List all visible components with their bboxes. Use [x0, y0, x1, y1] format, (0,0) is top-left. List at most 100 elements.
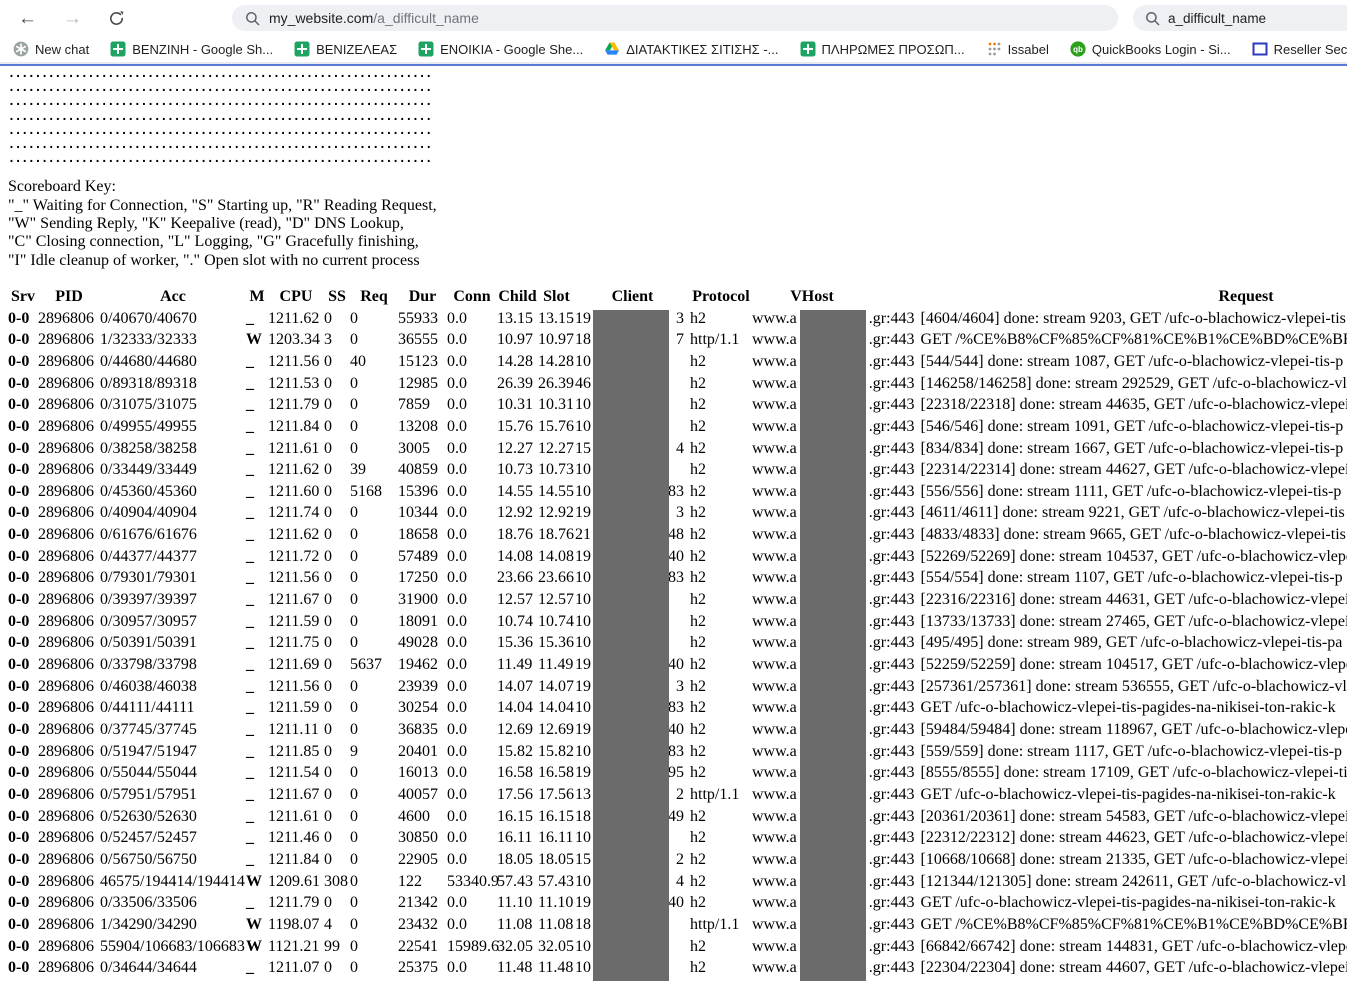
cell-cpu: 1211.67	[268, 784, 324, 806]
cell-protocol: h2	[690, 827, 752, 849]
cell-cpu: 1211.79	[268, 892, 324, 914]
bookmark-item[interactable]: New chat	[13, 41, 89, 57]
cell-slot: 14.04	[538, 697, 575, 719]
cell-child: 13.15	[497, 308, 538, 330]
cell-conn: 0.0	[447, 914, 497, 936]
table-row: 0-0 2896806 0/44680/44680 _ 1211.56 0 40…	[8, 351, 1347, 373]
cell-conn: 0.0	[447, 762, 497, 784]
cell-protocol: h2	[690, 957, 752, 979]
cell-protocol: h2	[690, 632, 752, 654]
cell-acc: 0/44111/44111	[100, 697, 246, 719]
cell-dur: 7859	[398, 394, 447, 416]
vhost-prefix: www.a	[752, 764, 797, 781]
bookmark-item[interactable]: ΔΙΑΤΑΚΤΙΚΕΣ ΣΙΤΙΣΗΣ -...	[604, 41, 778, 57]
table-row: 0-0 2896806 0/46038/46038 _ 1211.56 0 0 …	[8, 676, 1347, 698]
cell-srv: 0-0	[8, 481, 38, 503]
search-icon	[1145, 11, 1160, 26]
cell-pid: 2896806	[38, 394, 100, 416]
cell-pid: 2896806	[38, 632, 100, 654]
bookmark-item[interactable]: Issabel	[986, 41, 1049, 57]
cell-acc: 0/37745/37745	[100, 719, 246, 741]
vhost-suffix: .gr:443	[869, 548, 915, 565]
client-ip-fragment-left: 19	[575, 654, 591, 676]
cell-dur: 15396	[398, 481, 447, 503]
cell-acc: 0/44377/44377	[100, 546, 246, 568]
address-bar[interactable]: my_website.com/a_difficult_name	[232, 5, 1118, 31]
cell-ss: 0	[324, 654, 350, 676]
scoreboard-dots-line: ........................................…	[8, 80, 1347, 94]
cell-pid: 2896806	[38, 957, 100, 979]
cell-mode: _	[246, 394, 268, 416]
request-text: [22314/22314] done: stream 44627, GET /u…	[921, 461, 1347, 478]
cell-mode: _	[246, 373, 268, 395]
table-row: 0-0 2896806 0/51947/51947 _ 1211.85 0 9 …	[8, 741, 1347, 763]
cell-ss: 0	[324, 567, 350, 589]
cell-pid: 2896806	[38, 308, 100, 330]
cell-protocol: h2	[690, 936, 752, 958]
cell-ss: 0	[324, 741, 350, 763]
table-row: 0-0 2896806 0/52457/52457 _ 1211.46 0 0 …	[8, 827, 1347, 849]
cell-req: 0	[350, 632, 398, 654]
table-row: 0-0 2896806 0/56750/56750 _ 1211.84 0 0 …	[8, 849, 1347, 871]
client-ip-fragment-right: 3	[676, 308, 684, 330]
request-text: [257361/257361] done: stream 536555, GET…	[921, 678, 1347, 695]
table-row: 0-0 2896806 0/89318/89318 _ 1211.53 0 0 …	[8, 373, 1347, 395]
cell-conn: 0.0	[447, 481, 497, 503]
cell-req: 0	[350, 611, 398, 633]
cell-slot: 10.31	[538, 394, 575, 416]
cell-child: 14.55	[497, 481, 538, 503]
cell-acc: 0/40904/40904	[100, 502, 246, 524]
cell-conn: 0.0	[447, 654, 497, 676]
cell-slot: 26.39	[538, 373, 575, 395]
request-text: [59484/59484] done: stream 118967, GET /…	[921, 721, 1347, 738]
cell-ss: 0	[324, 481, 350, 503]
refresh-button[interactable]	[108, 9, 125, 27]
header-vhost: VHost	[752, 286, 872, 308]
bookmark-item[interactable]: ENOIKIA - Google She...	[418, 41, 583, 57]
bookmark-item[interactable]: BENZINH - Google Sh...	[110, 41, 273, 57]
cell-child: 14.28	[497, 351, 538, 373]
search-icon	[245, 11, 260, 26]
vhost-prefix: www.a	[752, 353, 797, 370]
cell-child: 15.82	[497, 741, 538, 763]
search-box[interactable]: a_difficult_name	[1133, 5, 1347, 31]
cell-pid: 2896806	[38, 416, 100, 438]
sheets-icon	[110, 41, 126, 57]
cell-slot: 14.08	[538, 546, 575, 568]
cell-req: 0	[350, 567, 398, 589]
vhost-suffix: .gr:443	[869, 418, 915, 435]
cell-req: 0	[350, 914, 398, 936]
cell-srv: 0-0	[8, 416, 38, 438]
cell-protocol: h2	[690, 438, 752, 460]
bookmark-item[interactable]: Reseller Section	[1252, 41, 1347, 57]
cell-req: 0	[350, 589, 398, 611]
request-text: [544/544] done: stream 1087, GET /ufc-o-…	[921, 353, 1344, 370]
back-button[interactable]: ←	[18, 9, 37, 28]
forward-button[interactable]: →	[63, 9, 82, 28]
cell-cpu: 1211.69	[268, 654, 324, 676]
vhost-prefix: www.a	[752, 829, 797, 846]
reseller-icon	[1252, 41, 1268, 57]
vhost-prefix: www.a	[752, 721, 797, 738]
bookmark-item[interactable]: ΠΛΗΡΩΜΕΣ ΠΡΟΣΩΠ...	[800, 41, 965, 57]
client-ip-fragment-right: 48	[668, 524, 684, 546]
client-ip-fragment-right: 3	[676, 502, 684, 524]
cell-cpu: 1211.56	[268, 351, 324, 373]
vhost-suffix: .gr:443	[869, 440, 915, 457]
cell-protocol: h2	[690, 849, 752, 871]
cell-ss: 0	[324, 762, 350, 784]
cell-req: 0	[350, 827, 398, 849]
chatgpt-icon	[13, 41, 29, 57]
cell-ss: 0	[324, 373, 350, 395]
cell-acc: 0/52457/52457	[100, 827, 246, 849]
bookmark-item[interactable]: qb QuickBooks Login - Si...	[1070, 41, 1231, 57]
cell-mode: _	[246, 806, 268, 828]
cell-cpu: 1121.21	[268, 936, 324, 958]
table-header-row: Srv PID Acc M CPU SS Req Dur Conn Child …	[8, 286, 1347, 308]
cell-protocol: h2	[690, 459, 752, 481]
cell-pid: 2896806	[38, 849, 100, 871]
cell-pid: 2896806	[38, 676, 100, 698]
bookmark-item[interactable]: ΒΕΝΙΖΕΛΕΑΣ	[294, 41, 397, 57]
table-row: 0-0 2896806 0/37745/37745 _ 1211.11 0 0 …	[8, 719, 1347, 741]
scoreboard-dots-line: ........................................…	[8, 123, 1347, 137]
